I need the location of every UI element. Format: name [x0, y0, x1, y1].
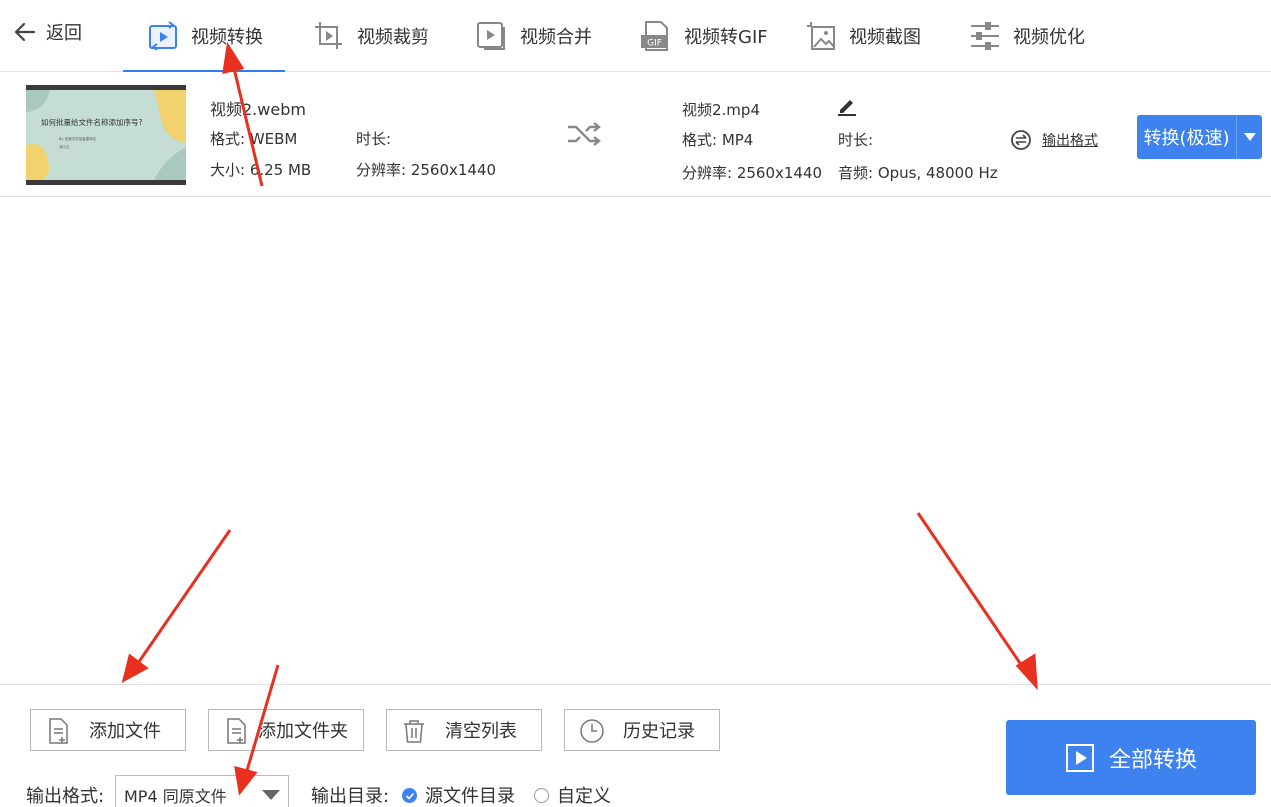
output-format-field-label: 输出格式: — [26, 786, 105, 807]
tab-label: 视频合并 — [520, 27, 592, 48]
tab-label: 视频转GIF — [684, 27, 768, 48]
target-resolution: 分辨率: 2560x1440 — [682, 164, 823, 182]
output-format-link[interactable]: 输出格式 — [1010, 129, 1098, 151]
image-capture-icon — [807, 22, 835, 50]
radio-source-dir[interactable]: 源文件目录 — [402, 782, 515, 807]
annotation-arrow-right — [916, 512, 1028, 673]
output-format-label: 输出格式 — [1042, 133, 1098, 149]
annotation-arrow-head — [1015, 653, 1038, 691]
radio-checked-icon — [402, 787, 417, 803]
source-file-name: 视频2.webm — [210, 100, 306, 119]
video-crop-icon — [315, 22, 342, 49]
video-merge-icon — [477, 22, 505, 50]
caret-down-icon — [1243, 133, 1256, 141]
convert-dropdown[interactable] — [1237, 115, 1262, 159]
convert-all-button[interactable]: 全部转换 — [1006, 720, 1256, 795]
target-duration: 时长: — [838, 131, 874, 149]
clear-list-button[interactable]: 清空列表 — [386, 709, 542, 751]
source-resolution: 分辨率: 2560x1440 — [356, 161, 497, 179]
clear-list-label: 清空列表 — [445, 721, 517, 742]
tab-video-optimize[interactable]: 视频优化 — [969, 0, 1085, 72]
arrow-left-icon — [14, 22, 36, 42]
source-duration: 时长: — [356, 130, 392, 148]
annotation-arrow-left — [134, 529, 232, 667]
history-button[interactable]: 历史记录 — [564, 709, 720, 751]
add-folder-button[interactable]: 添加文件夹 — [208, 709, 364, 751]
add-file-button[interactable]: 添加文件 — [30, 709, 186, 751]
svg-text:GIF: GIF — [647, 39, 662, 49]
pencil-icon[interactable] — [836, 95, 858, 117]
svg-text:By 优速文件批量重命名: By 优速文件批量重命名 — [59, 136, 96, 141]
tab-video-merge[interactable]: 视频合并 — [476, 0, 592, 72]
output-format-select[interactable]: MP4 同原文件 — [115, 775, 289, 807]
target-file-name: 视频2.mp4 — [682, 101, 760, 119]
tab-label: 视频优化 — [1013, 27, 1085, 48]
radio-unchecked-icon — [534, 787, 549, 803]
radio-custom-dir-label: 自定义 — [557, 786, 611, 807]
history-label: 历史记录 — [623, 721, 695, 742]
target-audio: 音频: Opus, 48000 Hz — [838, 164, 998, 182]
tab-label: 视频裁剪 — [357, 27, 429, 48]
target-format: 格式: MP4 — [682, 131, 754, 149]
radio-custom-dir[interactable]: 自定义 — [534, 782, 611, 807]
svg-text:如何批量给文件名称添加序号?: 如何批量给文件名称添加序号? — [41, 117, 142, 127]
convert-button-label: 转换(极速) — [1137, 115, 1237, 159]
play-icon — [1065, 743, 1094, 772]
tab-video-convert[interactable]: 视频转换 — [123, 0, 285, 73]
tab-video-screenshot[interactable]: 视频截图 — [805, 0, 921, 72]
add-file-label: 添加文件 — [89, 721, 161, 742]
tab-video-crop[interactable]: 视频裁剪 — [313, 0, 429, 72]
tab-label: 视频转换 — [191, 27, 263, 48]
back-button[interactable]: 返回 — [12, 16, 82, 48]
video-convert-icon — [149, 21, 177, 51]
output-format-value: MP4 同原文件 — [124, 787, 227, 806]
back-label: 返回 — [46, 23, 82, 44]
radio-source-dir-label: 源文件目录 — [425, 786, 515, 807]
bottom-toolbar: 添加文件 添加文件夹 清空列表 历史记录 输出格式: MP4 同原文件 输出目录… — [0, 684, 1271, 807]
shuffle-icon — [568, 122, 601, 146]
source-size: 大小: 6.25 MB — [210, 161, 312, 179]
top-nav: 返回 视频转换 视频裁剪 视频合并 GIF 视频转GIF 视频截图 视频优化 — [0, 0, 1271, 73]
output-dir-label: 输出目录: — [311, 786, 390, 807]
convert-button[interactable]: 转换(极速) — [1137, 115, 1262, 159]
source-format: 格式: WEBM — [210, 130, 298, 148]
add-folder-label: 添加文件夹 — [258, 721, 348, 742]
tab-label: 视频截图 — [849, 27, 921, 48]
file-list-item[interactable]: 如何批量给文件名称添加序号? By 优速文件批量重命名 演示文 视频2.webm… — [0, 72, 1271, 197]
gif-icon: GIF — [641, 21, 668, 51]
svg-text:演示文: 演示文 — [59, 144, 70, 149]
video-thumbnail: 如何批量给文件名称添加序号? By 优速文件批量重命名 演示文 — [26, 85, 186, 185]
tab-video-to-gif[interactable]: GIF 视频转GIF — [640, 0, 768, 72]
format-settings-icon — [1011, 130, 1031, 150]
convert-all-label: 全部转换 — [1108, 747, 1197, 773]
sliders-icon — [971, 22, 999, 50]
caret-down-icon — [262, 790, 280, 800]
annotation-arrow-head — [121, 653, 149, 683]
